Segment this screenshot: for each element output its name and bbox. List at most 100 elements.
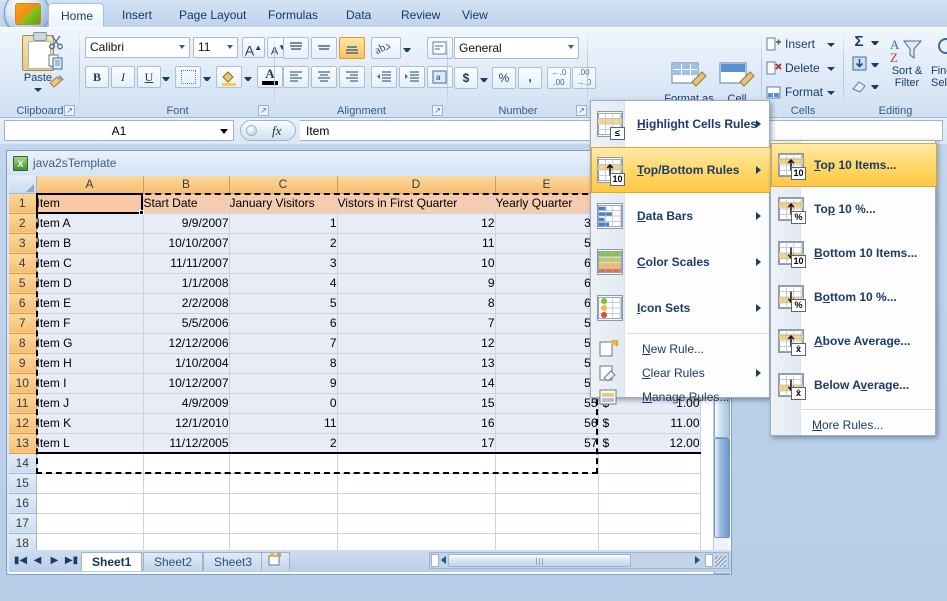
tab-data[interactable]: Data [334,3,383,28]
cf-menu-command-manage-rules[interactable]: Manage Rules... [592,385,770,409]
align-middle-button[interactable] [311,37,337,59]
currency-format-button[interactable]: $ [454,67,478,89]
cell-d3[interactable]: 11 [337,233,496,254]
cell-e12[interactable]: 56 [495,413,599,434]
cell-c3[interactable]: 2 [229,233,338,254]
cell-e9[interactable]: 53 [495,353,599,374]
cell-a4[interactable]: Item C [36,253,144,274]
cell-c9[interactable]: 8 [229,353,338,374]
cf-menu-item-top-bottom-rules[interactable]: 10 Top/Bottom Rules [591,147,771,193]
tab-page-layout[interactable]: Page Layout [167,3,258,28]
align-center-button[interactable] [311,66,337,88]
format-painter-icon[interactable] [48,74,65,90]
cell-e4[interactable]: 69 [495,253,599,274]
cell-f13[interactable]: $12.00 [598,433,701,454]
row-header-10[interactable]: 10 [9,373,37,394]
cell-r17-c2[interactable] [229,513,338,534]
name-box[interactable]: A1 [4,120,234,141]
cell-r15-c3[interactable] [337,473,496,494]
cell-d1[interactable]: Vistors in First Quarter [337,193,496,214]
cell-e7[interactable]: 51 [495,313,599,334]
resize-grip[interactable] [715,556,726,567]
cf-menu-item-data-bars[interactable]: Data Bars [592,193,770,239]
orientation-chevron-down-icon[interactable] [402,43,412,53]
number-dialog-launcher[interactable]: ↗ [576,105,587,116]
cell-r17-c0[interactable] [36,513,144,534]
row-header-13[interactable]: 13 [9,433,37,454]
cell-d11[interactable]: 15 [337,393,496,414]
cell-r15-c5[interactable] [598,473,701,494]
cell-a12[interactable]: Item K [36,413,144,434]
autosum-button[interactable]: Σ [848,31,870,51]
last-sheet-button[interactable]: ▶▮ [64,554,79,568]
cf-menu-command-clear-rules[interactable]: Clear Rules [592,361,770,385]
currency-chevron-down-icon[interactable] [479,73,489,83]
row-header-1[interactable]: 1 [9,193,37,214]
cell-a5[interactable]: Item D [36,273,144,294]
cell-b3[interactable]: 10/10/2007 [143,233,230,254]
submenu-item-bottom-10[interactable]: % Bottom 10 %... [772,275,936,319]
clear-button[interactable] [848,75,870,95]
font-dialog-launcher[interactable]: ↗ [258,105,269,116]
font-size-input[interactable]: 11 [193,37,238,58]
cell-b12[interactable]: 12/1/2010 [143,413,230,434]
cell-c7[interactable]: 6 [229,313,338,334]
scissors-icon[interactable] [48,34,65,50]
cell-b11[interactable]: 4/9/2009 [143,393,230,414]
delete-cells-button[interactable]: Delete [764,57,842,78]
cell-c8[interactable]: 7 [229,333,338,354]
cell-b1[interactable]: Start Date [143,193,230,214]
insert-chevron-down-icon[interactable] [827,43,835,47]
borders-chevron-down-icon[interactable] [202,72,212,82]
row-header-8[interactable]: 8 [9,333,37,354]
cell-e5[interactable]: 68 [495,273,599,294]
cell-e11[interactable]: 55 [495,393,599,414]
cell-b7[interactable]: 5/5/2006 [143,313,230,334]
alignment-dialog-launcher[interactable]: ↗ [432,105,443,116]
split-handle-left[interactable] [431,554,439,567]
cell-c10[interactable]: 9 [229,373,338,394]
row-header-9[interactable]: 9 [9,353,37,374]
split-handle-right[interactable] [705,554,713,567]
cell-a11[interactable]: Item J [36,393,144,414]
insert-cells-button[interactable]: Insert [764,33,842,54]
submenu-item-below-average[interactable]: x̄ Below Average... [772,363,936,407]
cell-r17-c5[interactable] [598,513,701,534]
tab-home[interactable]: Home [48,3,104,28]
cell-a7[interactable]: Item F [36,313,144,334]
cell-r17-c1[interactable] [143,513,230,534]
cell-e3[interactable]: 54 [495,233,599,254]
cell-f12[interactable]: $11.00 [598,413,701,434]
fill-color-chevron-down-icon[interactable] [243,72,253,82]
row-header-6[interactable]: 6 [9,293,37,314]
row-header-14[interactable]: 14 [9,453,37,474]
cell-c6[interactable]: 5 [229,293,338,314]
column-header-a[interactable]: A [36,176,144,194]
fill-chevron-down-icon[interactable] [870,59,880,69]
chevron-down-icon[interactable] [227,45,233,49]
row-header-3[interactable]: 3 [9,233,37,254]
cell-d5[interactable]: 9 [337,273,496,294]
cell-e6[interactable]: 67 [495,293,599,314]
sheet-tab-sheet2[interactable]: Sheet2 [143,552,204,571]
horizontal-scroll-thumb[interactable] [448,554,631,567]
next-sheet-button[interactable]: ▶ [47,554,62,568]
cell-b8[interactable]: 12/12/2006 [143,333,230,354]
row-header-11[interactable]: 11 [9,393,37,414]
cell-r14-c1[interactable] [143,453,230,474]
orientation-button[interactable]: ab [371,37,401,59]
tab-view[interactable]: View [450,3,500,28]
cell-e2[interactable]: 34 [495,213,599,234]
cell-r16-c0[interactable] [36,493,144,514]
cell-r16-c3[interactable] [337,493,496,514]
cell-r16-c1[interactable] [143,493,230,514]
cf-menu-command-new-rule[interactable]: New Rule... [592,337,770,361]
column-header-b[interactable]: B [143,176,230,194]
column-header-e[interactable]: E [495,176,599,194]
cell-d13[interactable]: 17 [337,433,496,454]
underline-chevron-down-icon[interactable] [161,72,171,82]
tab-formulas[interactable]: Formulas [256,3,330,28]
column-header-c[interactable]: C [229,176,338,194]
cell-a9[interactable]: Item H [36,353,144,374]
fill-color-button[interactable] [216,66,242,88]
